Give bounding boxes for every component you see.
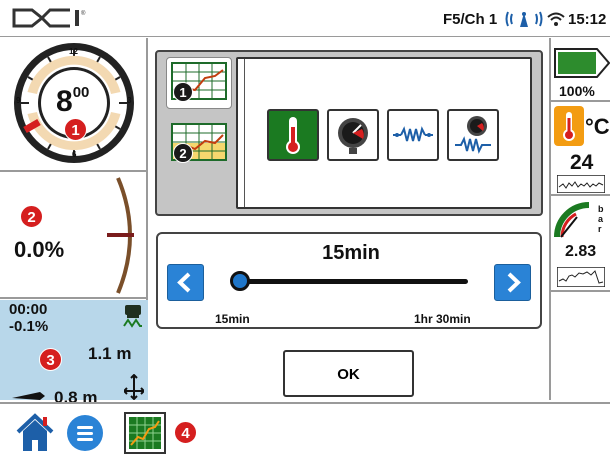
depth-panel[interactable]: 00:00 -0.1% 3 1.1 m 0.8 m [0, 300, 148, 407]
temperature-indicator[interactable]: °C 24 [551, 103, 610, 196]
pressure-indicator[interactable]: bar 2.83 [551, 197, 610, 292]
pressure-trend-graph [557, 267, 605, 287]
temperature-rate: -0.1% [9, 318, 49, 335]
chevron-right-icon [507, 272, 521, 293]
home-icon[interactable] [16, 413, 54, 453]
wifi-icon [547, 12, 565, 26]
increase-interval-button[interactable] [494, 264, 531, 301]
interval-min-label: 15min [215, 312, 250, 326]
graph-icon [129, 417, 161, 449]
telemetry-icon [505, 11, 543, 27]
sensor-temperature-button[interactable] [267, 109, 319, 161]
sensor-selector [236, 57, 532, 209]
pressure-gauge-icon [554, 202, 590, 238]
roll-clock-label-3: 3 [127, 96, 132, 105]
menu-button[interactable] [67, 415, 103, 451]
roll-clock-label-6: 6 [72, 150, 77, 159]
ok-button[interactable]: OK [283, 350, 414, 397]
tab-number-1: 1 [173, 82, 193, 102]
right-sidebar: 100% °C 24 bar 2.83 [549, 38, 610, 400]
interval-slider-thumb[interactable] [230, 271, 250, 291]
gauge-vibration-icon [455, 116, 491, 154]
crosshair-icon [124, 374, 144, 400]
temperature-unit: °C [585, 114, 610, 139]
temperature-value: 24 [570, 151, 594, 174]
battery-percent: 100% [559, 83, 595, 99]
dci-logo: ® [12, 8, 86, 28]
log-interval-slider-card: 15min 15min 1hr 30min [156, 232, 542, 329]
pitch-indicator[interactable]: 2 0.0% [0, 173, 148, 299]
vibration-icon [393, 126, 433, 142]
svg-text:®: ® [81, 10, 86, 17]
roll-clock-label-12: 12 [69, 47, 78, 56]
drill-head-icon [123, 305, 142, 328]
thermometer-icon [554, 106, 584, 146]
tab-graph-1[interactable]: 1 [166, 57, 232, 109]
roll-clock-label-9: 9 [16, 96, 21, 105]
roll-indicator[interactable]: 12 3 6 9 800 1 [0, 38, 148, 172]
pressure-gauge-icon [338, 118, 368, 154]
decrease-interval-button[interactable] [167, 264, 204, 301]
depth-value: 1.1 m [88, 344, 132, 363]
sensor-pressure-button[interactable] [327, 109, 379, 161]
roll-value: 800 [56, 84, 89, 119]
clock: 15:12 [568, 11, 607, 28]
sensor-pressure-vibration-button[interactable] [447, 109, 499, 161]
callout-badge-4: 4 [174, 421, 197, 444]
status-bar: ® F5/Ch 1 15:12 [0, 0, 610, 37]
tab-number-2: 2 [173, 143, 193, 163]
roll-value-hour: 8 [56, 85, 73, 118]
log-time: 00:00 [9, 301, 48, 318]
thermometer-icon [286, 117, 300, 154]
graph-chooser: 1 2 [155, 50, 543, 216]
roll-value-minutes: 00 [72, 84, 90, 101]
divider [244, 59, 245, 207]
pressure-unit: bar [598, 204, 604, 234]
sensor-vibration-button[interactable] [387, 109, 439, 161]
data-logging-button[interactable] [124, 412, 166, 454]
bottom-toolbar: 4 [0, 402, 610, 464]
pressure-value: 2.83 [565, 243, 597, 260]
callout-badge-3: 3 [39, 348, 62, 371]
graph-settings-dialog: 1 2 15min 15min 1hr 30min OK [150, 38, 547, 400]
interval-value: 15min [322, 242, 380, 264]
temperature-trend-graph [557, 175, 605, 193]
left-panels: 12 3 6 9 800 1 2 0.0% 00:00 -0.1% 3 1.1 … [0, 38, 148, 407]
interval-slider-track[interactable] [240, 279, 468, 284]
chevron-left-icon [177, 272, 191, 293]
interval-max-label: 1hr 30min [414, 312, 471, 326]
pitch-arc [107, 177, 134, 294]
tab-graph-2[interactable]: 2 [166, 118, 232, 170]
battery-icon [554, 48, 610, 78]
battery-indicator[interactable]: 100% [551, 38, 610, 102]
pitch-value: 0.0% [14, 237, 65, 262]
callout-badge-1: 1 [64, 118, 87, 141]
channel-label: F5/Ch 1 [443, 11, 498, 28]
callout-badge-2: 2 [20, 205, 43, 228]
